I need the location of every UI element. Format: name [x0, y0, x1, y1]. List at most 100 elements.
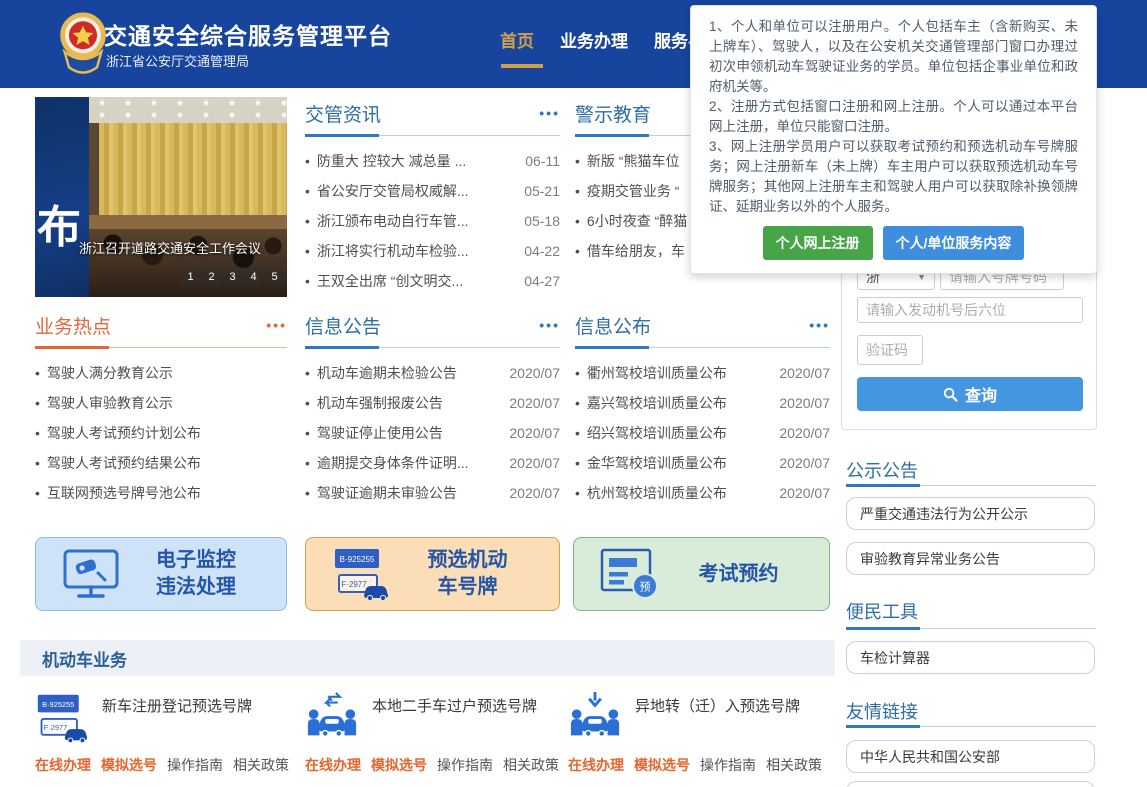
column-rule [305, 133, 560, 137]
friend-link-partial[interactable] [846, 781, 1095, 787]
banner-label: 预选机动车号牌 [390, 547, 545, 601]
service-title: 本地二手车过户预选号牌 [372, 690, 542, 746]
link-policy[interactable]: 相关政策 [766, 755, 822, 775]
section-title-notices: 公示公告 [846, 457, 918, 483]
banner-surveillance-violation[interactable]: 电子监控违法处理 [35, 537, 287, 611]
news-item[interactable]: 浙江颁布电动自行车管...05-18 [305, 206, 560, 236]
service-content-button[interactable]: 个人/单位服务内容 [883, 226, 1025, 260]
pager-3[interactable]: 3 [224, 268, 241, 285]
pager-2[interactable]: 2 [203, 268, 220, 285]
notice-link[interactable]: 审验教育异常业务公告 [846, 542, 1095, 575]
service-title: 新车注册登记预选号牌 [102, 690, 272, 746]
section-title-tools: 便民工具 [846, 598, 918, 624]
news-item[interactable]: 机动车强制报废公告2020/07 [305, 388, 560, 418]
column-info-notice: 信息公告 ••• 机动车逾期未检验公告2020/07 机动车强制报废公告2020… [305, 313, 560, 508]
service-transfer-in-plate: 异地转（迁）入预选号牌 在线办理 模拟选号 操作指南 相关政策 [568, 690, 826, 775]
svg-text:B·925255: B·925255 [340, 555, 375, 564]
nav-item-business[interactable]: 业务办理 [560, 27, 628, 68]
column-title: 交管资讯 [305, 100, 381, 127]
news-item[interactable]: 嘉兴驾校培训质量公布2020/07 [575, 388, 830, 418]
section-rule [846, 724, 1096, 728]
notice-link[interactable]: 严重交通违法行为公开公示 [846, 497, 1095, 530]
more-dots-icon[interactable]: ••• [809, 320, 830, 330]
column-info-publish: 信息公布 ••• 衢州驾校培训质量公布2020/07 嘉兴驾校培训质量公布202… [575, 313, 830, 508]
news-item[interactable]: 逾期提交身体条件证明...2020/07 [305, 448, 560, 478]
car-transfer-in-icon [568, 690, 622, 746]
more-dots-icon[interactable]: ••• [539, 320, 560, 330]
link-online-handle[interactable]: 在线办理 [35, 755, 91, 775]
link-guide[interactable]: 操作指南 [437, 755, 493, 775]
news-item[interactable]: 浙江将实行机动车检验...04-22 [305, 236, 560, 266]
carousel-photo [89, 97, 287, 297]
service-new-car-plate: B·925255 F·2977 新车注册登记预选号牌 在线办理 模拟选号 操作指… [35, 690, 293, 775]
news-item[interactable]: 驾驶证逾期未审验公告2020/07 [305, 478, 560, 508]
news-item[interactable]: 驾驶人满分教育公示 [35, 358, 287, 388]
news-item[interactable]: 驾驶人审验教育公示 [35, 388, 287, 418]
news-item[interactable]: 驾驶证停止使用公告2020/07 [305, 418, 560, 448]
news-item[interactable]: 省公安厅交管局权威解...05-21 [305, 176, 560, 206]
news-item[interactable]: 杭州驾校培训质量公布2020/07 [575, 478, 830, 508]
popup-paragraph: 1、个人和单位可以注册用户。个人包括车主（含新购买、未上牌车）、驾驶人，以及在公… [709, 17, 1078, 97]
pager-1[interactable]: 1 [182, 268, 199, 285]
column-rule [35, 345, 287, 349]
poster-character: 布 [37, 191, 81, 255]
link-mock-select[interactable]: 模拟选号 [371, 755, 427, 775]
news-item[interactable]: 机动车逾期未检验公告2020/07 [305, 358, 560, 388]
news-item[interactable]: 互联网预选号牌号池公布 [35, 478, 287, 508]
more-dots-icon[interactable]: ••• [266, 320, 287, 330]
license-plates-icon: B·925255 F·2977 [332, 545, 390, 603]
engine-number-input[interactable] [857, 297, 1083, 323]
link-mock-select[interactable]: 模拟选号 [634, 755, 690, 775]
vehicle-section-header: 机动车业务 [20, 640, 835, 676]
registration-info-popup: 1、个人和单位可以注册用户。个人包括车主（含新购买、未上牌车）、驾驶人，以及在公… [690, 5, 1097, 274]
news-item[interactable]: 金华驾校培训质量公布2020/07 [575, 448, 830, 478]
link-guide[interactable]: 操作指南 [700, 755, 756, 775]
photo-ceiling [89, 97, 287, 123]
section-rule [846, 483, 1096, 487]
exam-document-icon: 预 [600, 547, 662, 601]
banner-exam-appointment[interactable]: 预 考试预约 [573, 537, 830, 611]
service-used-car-transfer: 本地二手车过户预选号牌 在线办理 模拟选号 操作指南 相关政策 [305, 690, 563, 775]
svg-text:预: 预 [640, 581, 651, 594]
car-transfer-icon [305, 690, 359, 746]
svg-text:F·2977: F·2977 [341, 580, 367, 589]
monitor-camera-icon [62, 548, 120, 600]
search-icon [943, 387, 958, 402]
news-item[interactable]: 衢州驾校培训质量公布2020/07 [575, 358, 830, 388]
banner-preselect-plate[interactable]: B·925255 F·2977 预选机动车号牌 [305, 537, 560, 611]
news-item[interactable]: 绍兴驾校培训质量公布2020/07 [575, 418, 830, 448]
photo-dais [89, 215, 287, 229]
column-title: 警示教育 [575, 100, 651, 127]
link-online-handle[interactable]: 在线办理 [305, 755, 361, 775]
pager-4[interactable]: 4 [245, 268, 262, 285]
query-button[interactable]: 查询 [857, 377, 1083, 411]
news-item[interactable]: 王双全出席 “创文明交...04-27 [305, 266, 560, 296]
news-item[interactable]: 驾驶人考试预约结果公布 [35, 448, 287, 478]
column-rule [305, 345, 560, 349]
section-rule [846, 626, 1096, 630]
nav-item-home[interactable]: 首页 [500, 27, 534, 68]
news-carousel[interactable]: 布 浙江召开道路交通安全工作会议 1 2 3 4 5 [35, 97, 287, 297]
news-item[interactable]: 防重大 控较大 减总量 ...06-11 [305, 146, 560, 176]
carousel-caption: 浙江召开道路交通安全工作会议 [79, 238, 261, 257]
friend-link[interactable]: 中华人民共和国公安部 [846, 740, 1095, 773]
license-plates-icon: B·925255 F·2977 [35, 690, 89, 746]
column-traffic-news: 交管资讯 ••• 防重大 控较大 减总量 ...06-11 省公安厅交管局权威解… [305, 101, 560, 296]
main-nav: 首页 业务办理 服务导航 [500, 27, 722, 68]
news-item[interactable]: 驾驶人考试预约计划公布 [35, 418, 287, 448]
link-policy[interactable]: 相关政策 [503, 755, 559, 775]
captcha-input[interactable] [857, 335, 923, 365]
page-title: 交通安全综合服务管理平台 [104, 17, 392, 51]
pager-5[interactable]: 5 [266, 268, 283, 285]
page: 交通安全综合服务管理平台 浙江省公安厅交通管理局 首页 业务办理 服务导航 布 … [0, 0, 1147, 787]
column-hot-business: 业务热点 ••• 驾驶人满分教育公示 驾驶人审验教育公示 驾驶人考试预约计划公布… [35, 313, 287, 508]
link-guide[interactable]: 操作指南 [167, 755, 223, 775]
link-online-handle[interactable]: 在线办理 [568, 755, 624, 775]
link-policy[interactable]: 相关政策 [233, 755, 289, 775]
section-title-links: 友情链接 [846, 698, 918, 724]
link-mock-select[interactable]: 模拟选号 [101, 755, 157, 775]
personal-online-register-button[interactable]: 个人网上注册 [763, 226, 873, 260]
more-dots-icon[interactable]: ••• [539, 108, 560, 118]
tool-link[interactable]: 车检计算器 [846, 641, 1095, 674]
service-title: 异地转（迁）入预选号牌 [635, 690, 805, 746]
